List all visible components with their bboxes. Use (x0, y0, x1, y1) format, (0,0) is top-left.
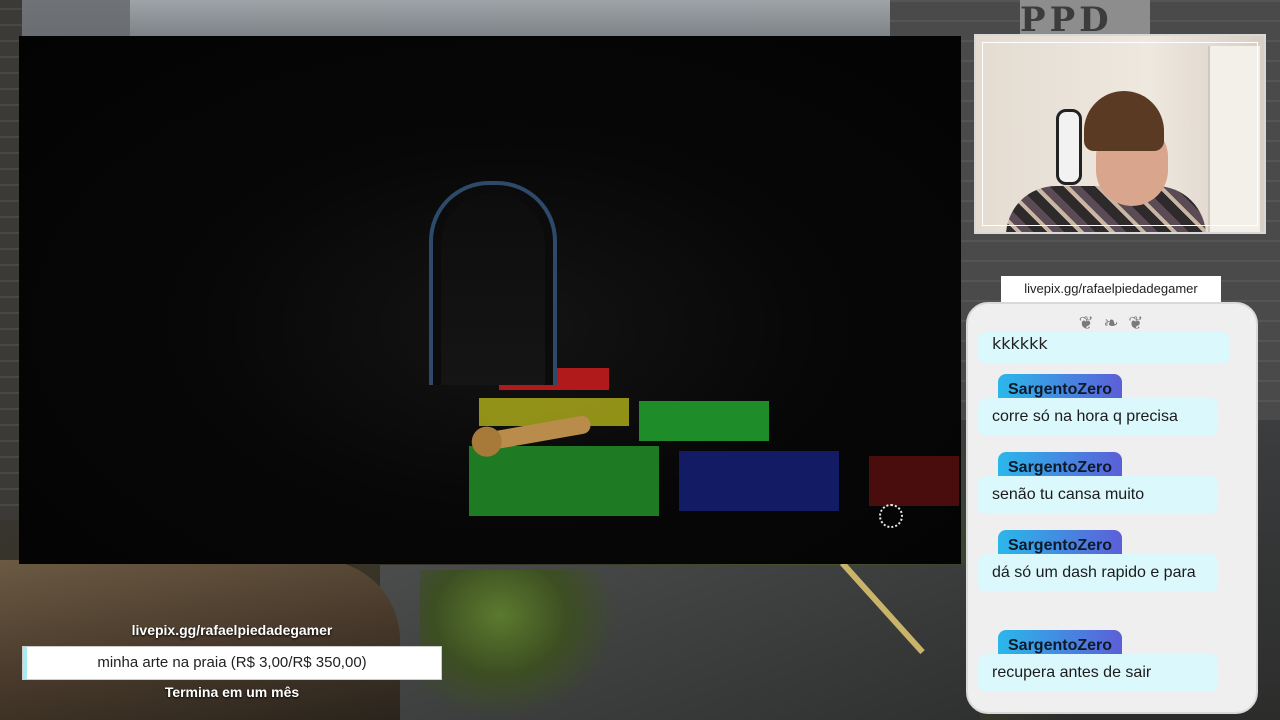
game-capture-window (19, 36, 961, 564)
background-sky (130, 0, 930, 40)
game-archway-opening (441, 193, 545, 385)
chat-ornament-icon: ❦ ❧ ❦ (1078, 313, 1146, 334)
game-archway (429, 181, 557, 385)
background-moss (420, 570, 620, 720)
chat-message-text: dá só um dash rapido e para (978, 554, 1218, 592)
background-sign: PPD (1020, 0, 1150, 40)
floor-tile-blue (679, 451, 839, 511)
webcam-feed (974, 34, 1266, 234)
goal-donation-url[interactable]: livepix.gg/rafaelpiedadegamer (22, 622, 442, 638)
floor-tile-green (469, 446, 659, 516)
floor-tile-red (869, 456, 959, 506)
chat-donation-url[interactable]: livepix.gg/rafaelpiedadegamer (1001, 276, 1221, 302)
floor-tile-green (639, 401, 769, 441)
webcam-ornament-frame (982, 42, 1258, 226)
chat-panel: kkkkkk ❦ ❧ ❦ SargentoZero corre só na ho… (966, 302, 1258, 714)
goal-progress-fill (23, 647, 27, 679)
chat-message-text: corre só na hora q precisa (978, 398, 1218, 436)
goal-title: minha arte na praia (R$ 3,00/R$ 350,00) (97, 654, 367, 671)
goal-deadline: Termina em um mês (164, 684, 300, 700)
loading-spinner-icon (879, 504, 903, 528)
goal-progress-bar: minha arte na praia (R$ 3,00/R$ 350,00) (22, 646, 442, 680)
chat-message-text: recupera antes de sair (978, 654, 1218, 692)
chat-message-text: senão tu cansa muito (978, 476, 1218, 514)
